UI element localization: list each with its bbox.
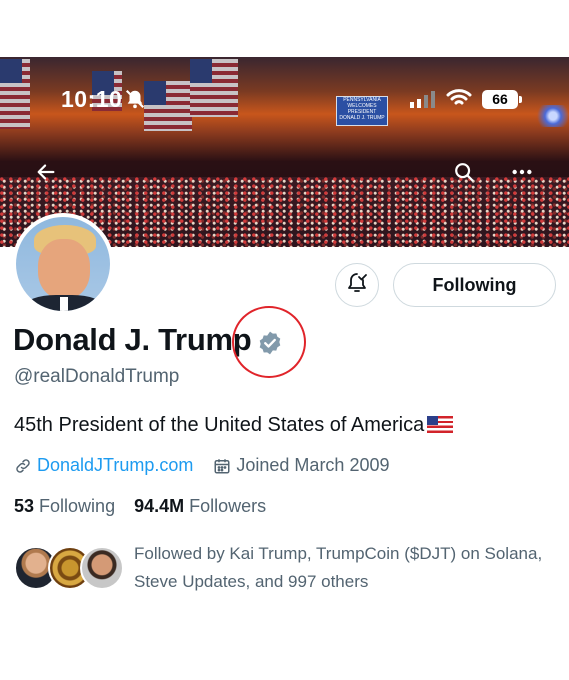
- followers-count-label: Followers: [189, 496, 267, 516]
- battery-icon: 66: [482, 90, 518, 109]
- followed-by-avatars[interactable]: [14, 546, 124, 592]
- profile-bio: 45th President of the United States of A…: [14, 414, 454, 437]
- more-button[interactable]: [502, 154, 542, 194]
- stage-light: [536, 105, 569, 127]
- search-icon: [453, 161, 475, 188]
- battery-tip: [519, 96, 522, 103]
- calendar-icon: [213, 457, 231, 475]
- flag-image: [0, 59, 30, 129]
- flag-image: [144, 81, 192, 131]
- link-icon: [14, 457, 32, 475]
- following-count: 53: [14, 496, 35, 516]
- rally-sign: PENNSYLVANIA WELCOMES PRESIDENT DONALD J…: [336, 96, 388, 126]
- following-count-link[interactable]: 53 Following: [14, 496, 115, 516]
- back-arrow-icon: [35, 161, 57, 188]
- more-icon: [511, 161, 533, 188]
- bio-text: 45th President of the United States of A…: [14, 414, 425, 436]
- profile-meta: DonaldJTrump.com Joined March 2009: [14, 455, 390, 476]
- bell-slash-icon: [124, 88, 146, 115]
- avatar: [16, 217, 110, 311]
- bell-check-icon: [345, 271, 369, 300]
- following-count-label: Following: [39, 496, 116, 516]
- following-button[interactable]: Following: [393, 263, 556, 307]
- profile-handle: @realDonaldTrump: [14, 366, 180, 387]
- notifications-button[interactable]: [335, 263, 379, 307]
- search-button[interactable]: [444, 154, 484, 194]
- profile-avatar[interactable]: [12, 213, 114, 315]
- website-link[interactable]: DonaldJTrump.com: [37, 455, 193, 476]
- follow-counts: 53 Following 94.4M Followers: [14, 496, 266, 517]
- status-time: 10:10: [61, 86, 123, 112]
- followed-by-text[interactable]: Followed by Kai Trump, TrumpCoin ($DJT) …: [134, 540, 544, 596]
- annotation-circle: [232, 306, 306, 378]
- profile-name: Donald J. Trump: [13, 322, 252, 357]
- joined-date: Joined March 2009: [236, 455, 390, 475]
- followers-count-link[interactable]: 94.4M Followers: [134, 496, 266, 516]
- signal-bars-icon: [410, 90, 438, 113]
- followers-count: 94.4M: [134, 496, 185, 516]
- flag-image: [190, 59, 238, 117]
- us-flag-emoji: [427, 416, 454, 433]
- avatar: [80, 546, 124, 590]
- wifi-icon: [446, 88, 472, 113]
- back-button[interactable]: [26, 154, 66, 194]
